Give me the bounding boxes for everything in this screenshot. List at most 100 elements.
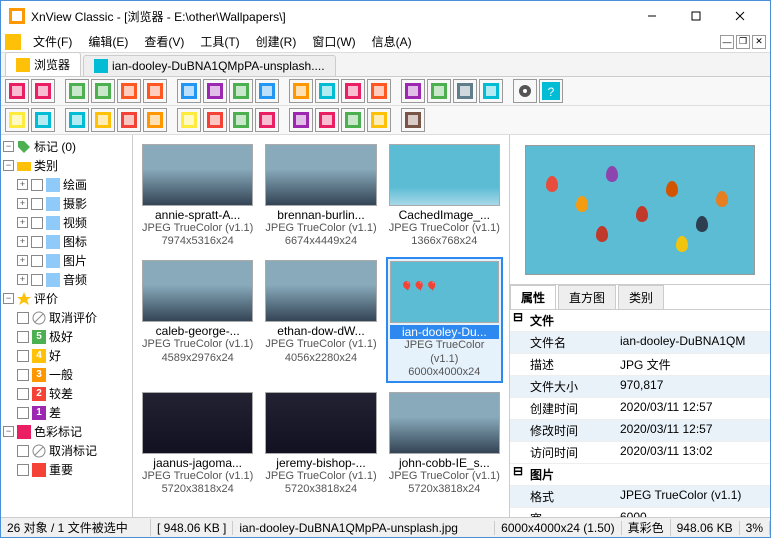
properties-panel[interactable]: ⊟文件 文件名ian-dooley-DuBNA1QM描述JPG 文件文件大小97…: [510, 310, 770, 517]
menu-tools[interactable]: 工具(T): [192, 31, 247, 52]
toolbar-button[interactable]: [91, 79, 115, 103]
tree-cat-label[interactable]: 音频: [63, 271, 87, 288]
tree-cat-label[interactable]: 图片: [63, 252, 87, 269]
expander-icon[interactable]: +: [17, 198, 28, 209]
tree-unrate-label[interactable]: 取消评价: [49, 309, 97, 326]
expander-icon[interactable]: +: [17, 179, 28, 190]
tree-colorlabel-label[interactable]: 色彩标记: [34, 423, 82, 440]
close-button[interactable]: [718, 2, 762, 30]
toolbar-button[interactable]: [5, 108, 29, 132]
checkbox[interactable]: [31, 236, 43, 248]
checkbox[interactable]: [31, 179, 43, 191]
toolbar-button[interactable]: [229, 108, 253, 132]
thumbnail-item[interactable]: jeremy-bishop-... JPEG TrueColor (v1.1) …: [262, 389, 379, 499]
menu-file[interactable]: 文件(F): [25, 31, 80, 52]
thumbnail-item[interactable]: caleb-george-... JPEG TrueColor (v1.1) 4…: [139, 257, 256, 383]
checkbox[interactable]: [17, 388, 29, 400]
toolbar-button[interactable]: [117, 79, 141, 103]
thumbnail-item[interactable]: ian-dooley-Du... JPEG TrueColor (v1.1) 6…: [386, 257, 503, 383]
expander-icon[interactable]: −: [3, 426, 14, 437]
checkbox[interactable]: [17, 331, 29, 343]
toolbar-button[interactable]: [255, 79, 279, 103]
thumbnail-item[interactable]: annie-spratt-A... JPEG TrueColor (v1.1) …: [139, 141, 256, 251]
tree-r4-label[interactable]: 好: [49, 347, 61, 364]
toolbar-button[interactable]: [453, 79, 477, 103]
checkbox[interactable]: [31, 198, 43, 210]
expander-icon[interactable]: +: [17, 236, 28, 247]
expander-icon[interactable]: −: [3, 141, 14, 152]
tab-histogram[interactable]: 直方图: [558, 285, 616, 309]
toolbar-button[interactable]: [341, 108, 365, 132]
expander-icon[interactable]: −: [3, 160, 14, 171]
tree-category-label[interactable]: 类别: [34, 157, 58, 174]
tree-r1-label[interactable]: 差: [49, 404, 61, 421]
toolbar-button[interactable]: [289, 79, 313, 103]
toolbar-button[interactable]: [367, 79, 391, 103]
toolbar-button[interactable]: [315, 108, 339, 132]
tab-categories[interactable]: 类别: [618, 285, 664, 309]
toolbar-button[interactable]: [177, 108, 201, 132]
menu-info[interactable]: 信息(A): [364, 31, 420, 52]
tree-cat-label[interactable]: 摄影: [63, 195, 87, 212]
checkbox[interactable]: [17, 350, 29, 362]
tree-r3-label[interactable]: 一般: [49, 366, 73, 383]
toolbar-button[interactable]: [5, 79, 29, 103]
toolbar-button[interactable]: [31, 79, 55, 103]
collapse-icon[interactable]: ⊟: [510, 464, 526, 485]
thumbnail-item[interactable]: brennan-burlin... JPEG TrueColor (v1.1) …: [262, 141, 379, 251]
checkbox[interactable]: [31, 274, 43, 286]
toolbar-button[interactable]: [91, 108, 115, 132]
expander-icon[interactable]: +: [17, 217, 28, 228]
toolbar-button[interactable]: [143, 108, 167, 132]
checkbox[interactable]: [17, 407, 29, 419]
mdi-minimize-button[interactable]: —: [720, 35, 734, 49]
tree-r5-label[interactable]: 极好: [49, 328, 73, 345]
toolbar-button[interactable]: [401, 108, 425, 132]
expander-icon[interactable]: +: [17, 255, 28, 266]
toolbar-button[interactable]: [401, 79, 425, 103]
toolbar-button[interactable]: [367, 108, 391, 132]
thumbnail-item[interactable]: ethan-dow-dW... JPEG TrueColor (v1.1) 40…: [262, 257, 379, 383]
toolbar-button[interactable]: [427, 79, 451, 103]
tree-rating-label[interactable]: 评价: [34, 290, 58, 307]
thumbnail-item[interactable]: CachedImage_... JPEG TrueColor (v1.1) 13…: [386, 141, 503, 251]
tree-tags-label[interactable]: 标记 (0): [34, 138, 76, 155]
toolbar-button[interactable]: [65, 79, 89, 103]
expander-icon[interactable]: +: [17, 274, 28, 285]
settings-button[interactable]: [513, 79, 537, 103]
menu-window[interactable]: 窗口(W): [304, 31, 363, 52]
tree-cat-label[interactable]: 视频: [63, 214, 87, 231]
thumbnail-item[interactable]: john-cobb-IE_s... JPEG TrueColor (v1.1) …: [386, 389, 503, 499]
help-button[interactable]: ?: [539, 79, 563, 103]
toolbar-button[interactable]: [143, 79, 167, 103]
maximize-button[interactable]: [674, 2, 718, 30]
toolbar-button[interactable]: [289, 108, 313, 132]
toolbar-button[interactable]: [65, 108, 89, 132]
tree-r2-label[interactable]: 较差: [49, 385, 73, 402]
category-tree[interactable]: −标记 (0) −类别 +绘画+摄影+视频+图标+图片+音频 −评价 取消评价 …: [1, 135, 133, 517]
mdi-restore-button[interactable]: ❐: [736, 35, 750, 49]
thumbnail-item[interactable]: jaanus-jagoma... JPEG TrueColor (v1.1) 5…: [139, 389, 256, 499]
checkbox[interactable]: [17, 369, 29, 381]
tree-cat-label[interactable]: 绘画: [63, 176, 87, 193]
checkbox[interactable]: [31, 255, 43, 267]
toolbar-button[interactable]: [229, 79, 253, 103]
toolbar-button[interactable]: [117, 108, 141, 132]
toolbar-button[interactable]: [177, 79, 201, 103]
menu-create[interactable]: 创建(R): [248, 31, 305, 52]
minimize-button[interactable]: [630, 2, 674, 30]
tree-uncolor-label[interactable]: 取消标记: [49, 442, 97, 459]
toolbar-button[interactable]: [203, 108, 227, 132]
thumbnail-grid[interactable]: annie-spratt-A... JPEG TrueColor (v1.1) …: [133, 135, 510, 517]
toolbar-button[interactable]: [255, 108, 279, 132]
tab-file[interactable]: ian-dooley-DuBNA1QMpPA-unsplash....: [83, 55, 336, 76]
checkbox[interactable]: [17, 464, 29, 476]
mdi-close-button[interactable]: ✕: [752, 35, 766, 49]
checkbox[interactable]: [17, 312, 29, 324]
toolbar-button[interactable]: [479, 79, 503, 103]
menu-edit[interactable]: 编辑(E): [80, 31, 136, 52]
toolbar-button[interactable]: [341, 79, 365, 103]
menu-view[interactable]: 查看(V): [136, 31, 192, 52]
tree-important-label[interactable]: 重要: [49, 461, 73, 478]
toolbar-button[interactable]: [203, 79, 227, 103]
